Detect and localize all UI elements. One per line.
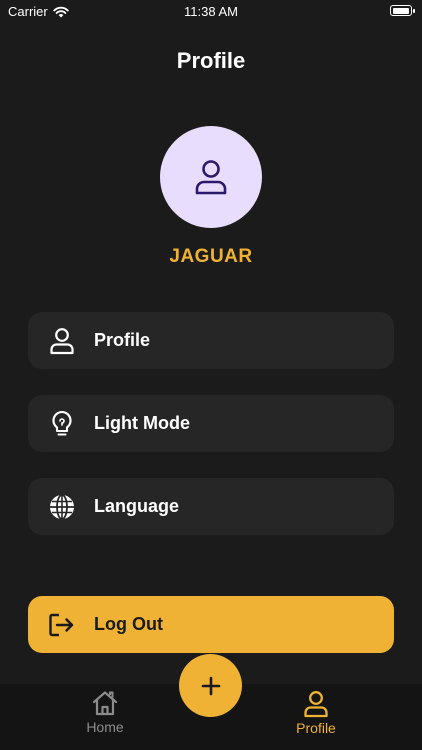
status-time: 11:38 AM [184, 4, 238, 19]
menu-item-label: Profile [94, 330, 151, 350]
avatar [160, 126, 262, 228]
nav-item-home[interactable]: Home [50, 684, 160, 750]
nav-label-home: Home [86, 719, 124, 735]
menu-item-profile[interactable]: Profile [28, 312, 394, 369]
logout-icon [48, 611, 76, 639]
person-icon [304, 691, 328, 718]
globe-icon [48, 493, 76, 521]
menu-item-label: Language [94, 496, 180, 516]
username: JAGUAR [169, 246, 253, 267]
status-bar: Carrier 11:38 AM [0, 0, 422, 24]
logout-label: Log Out [94, 614, 163, 634]
person-icon [48, 327, 76, 355]
add-button[interactable] [179, 654, 242, 717]
lightbulb-icon [48, 410, 76, 438]
home-icon [92, 691, 118, 716]
page-title: Profile [176, 48, 246, 73]
plus-icon [201, 676, 220, 695]
menu-item-light-mode[interactable]: Light Mode [28, 395, 394, 452]
logout-button[interactable]: Log Out [28, 596, 394, 653]
nav-item-profile[interactable]: Profile [261, 684, 371, 750]
menu-item-label: Light Mode [94, 413, 190, 433]
battery-icon [390, 5, 415, 16]
person-icon [195, 160, 227, 195]
nav-label-profile: Profile [296, 720, 336, 736]
menu-item-language[interactable]: Language [28, 478, 394, 535]
